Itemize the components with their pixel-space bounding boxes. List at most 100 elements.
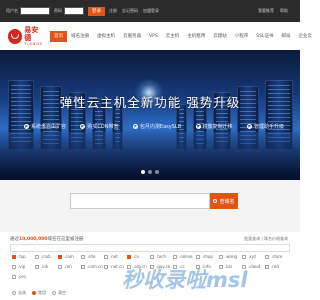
suffix-checkbox[interactable]: .shop	[196, 254, 219, 259]
nav-item[interactable]: 邮局	[277, 31, 294, 42]
top-right-link[interactable]: 我要推荐	[258, 8, 274, 14]
hero-banner[interactable]: 弹性云主机全新功能 强势升级 系统盘自由扩容 购买CDN带宽 包月内测EasySLB…	[0, 50, 300, 180]
banner-feature: 管理助手升级	[246, 123, 284, 130]
carousel-dot[interactable]	[155, 170, 159, 174]
nav-item[interactable]: 域名注册	[67, 31, 93, 42]
checkbox-icon[interactable]	[265, 254, 269, 259]
nav-item[interactable]: 代理商	[316, 31, 320, 42]
banner-feature-label: 系统盘自由扩容	[31, 124, 67, 130]
suffix-checkbox[interactable]: .club	[35, 254, 58, 259]
logo-icon	[8, 28, 23, 44]
batch-query-link[interactable]: 批量查询 | 域名价格查询	[244, 236, 288, 242]
suffix-checkbox[interactable]: .red	[265, 264, 288, 269]
banner-features: 系统盘自由扩容 购买CDN带宽 包月内测EasySLB 镜像复制迁移 管理助手升级	[24, 123, 284, 130]
nav-item[interactable]: 小程序	[231, 31, 253, 42]
checkbox-icon[interactable]	[12, 254, 16, 259]
checkbox-icon[interactable]	[104, 254, 108, 259]
nav-item[interactable]: VPS	[145, 31, 162, 42]
radio-icon[interactable]	[52, 291, 56, 295]
banner-title: 弹性云主机全新功能 强势升级	[59, 95, 241, 110]
nav-item[interactable]: 主机租用	[183, 31, 209, 42]
suffix-checkbox[interactable]: .vip	[12, 264, 35, 269]
domain-search-section: 查域名	[0, 180, 300, 232]
search-button[interactable]: 查域名	[210, 193, 238, 209]
suffix-checkbox[interactable]: .com.cn	[81, 264, 104, 269]
suffix-label: .online	[179, 254, 193, 259]
checkbox-icon[interactable]	[35, 254, 39, 259]
suffix-checkbox[interactable]: .net	[104, 254, 127, 259]
login-button[interactable]: 登录	[88, 6, 105, 16]
carousel-dot[interactable]	[148, 170, 152, 174]
top-right-link[interactable]: 帮助	[280, 8, 288, 14]
promo-text: 通过10,000,000域名在这里被注册	[10, 236, 83, 242]
suffix-checkbox[interactable]: .wang	[219, 254, 242, 259]
suffix-checkbox[interactable]: .ren	[58, 264, 81, 269]
nav-item[interactable]: 首页	[50, 30, 68, 42]
suffix-checkbox[interactable]: .store	[265, 254, 288, 259]
checkbox-icon[interactable]	[104, 264, 108, 269]
nav-item[interactable]: 云建站	[209, 31, 231, 42]
checkbox-icon[interactable]	[265, 264, 269, 269]
carousel-dot[interactable]	[141, 170, 145, 174]
suffix-label: .cloud	[248, 264, 261, 269]
select-option-label: 清空	[58, 290, 66, 295]
nav-item[interactable]: SSL证书	[252, 31, 277, 42]
nav-item[interactable]: 虚拟主机	[93, 31, 119, 42]
reseller-login-link[interactable]: 加盟登录	[143, 8, 159, 14]
nav-item[interactable]: 企业云	[294, 31, 316, 42]
watermark-text: 秒收录啦msl	[122, 268, 248, 292]
register-link[interactable]: 注册	[109, 8, 117, 14]
select-option[interactable]: 全选	[12, 290, 26, 296]
checkbox-icon[interactable]	[127, 254, 131, 259]
check-circle-icon	[132, 124, 138, 129]
suffix-label: .tech	[156, 254, 167, 259]
banner-feature: 包月内测EasySLB	[132, 123, 182, 130]
suffix-checkbox[interactable]: .cn	[127, 254, 150, 259]
suffix-label: .vip	[18, 264, 26, 269]
password-field[interactable]	[64, 7, 84, 15]
banner-feature-label: 包月内测EasySLB	[139, 124, 182, 130]
suffix-checkbox[interactable]: .xyz	[242, 254, 265, 259]
suffix-checkbox[interactable]: .top	[12, 254, 35, 259]
suffix-label: .net	[110, 254, 118, 259]
checkbox-icon[interactable]	[81, 254, 85, 259]
banner-feature-label: 镜像复制迁移	[202, 124, 233, 130]
site-header: 易安德 YIANDE 首页 域名注册 虚拟主机 云服务器 VPS 云主机 主机租用 云建站 小程…	[0, 22, 320, 50]
domain-search-input[interactable]	[70, 193, 210, 209]
check-circle-icon	[195, 124, 201, 129]
banner-feature-label: 购买CDN带宽	[87, 124, 119, 130]
check-circle-icon	[24, 124, 29, 129]
select-options: 全选 常用 清空	[12, 290, 72, 296]
main-nav: 首页 域名注册 虚拟主机 云服务器 VPS 云主机 主机租用 云建站 小程序 SSL证书 邮局 企业云…	[50, 30, 320, 42]
suffix-checkbox[interactable]: .tech	[150, 254, 173, 259]
checkbox-icon[interactable]	[196, 254, 200, 259]
checkbox-icon[interactable]	[150, 254, 154, 259]
username-field[interactable]	[20, 7, 50, 15]
checkbox-icon[interactable]	[58, 254, 62, 259]
domain-textarea[interactable]	[10, 244, 290, 252]
checkbox-icon[interactable]	[81, 264, 85, 269]
checkbox-icon[interactable]	[35, 264, 39, 269]
checkbox-icon[interactable]	[219, 254, 223, 259]
site-logo[interactable]: 易安德 YIANDE	[8, 26, 44, 46]
suffix-checkbox[interactable]: .ink	[35, 264, 58, 269]
checkbox-icon[interactable]	[173, 254, 177, 259]
checkbox-icon[interactable]	[12, 264, 16, 269]
radio-icon[interactable]	[32, 291, 36, 295]
checkbox-icon[interactable]	[12, 274, 16, 279]
top-login-bar: 用户名 密码 登录 注册 忘记密码 加盟登录 我要推荐 帮助	[0, 0, 300, 22]
suffix-checkbox[interactable]: .online	[173, 254, 196, 259]
select-option[interactable]: 清空	[52, 290, 66, 296]
suffix-checkbox[interactable]: .pro	[12, 274, 35, 279]
suffix-checkbox[interactable]: .site	[81, 254, 104, 259]
checkbox-icon[interactable]	[242, 254, 246, 259]
select-option-label: 常用	[38, 290, 46, 295]
suffix-checkbox[interactable]: .com	[58, 254, 81, 259]
suffix-label: .top	[18, 254, 26, 259]
radio-icon[interactable]	[12, 291, 16, 295]
forgot-password-link[interactable]: 忘记密码	[122, 8, 138, 14]
nav-item[interactable]: 云主机	[162, 31, 184, 42]
select-option[interactable]: 常用	[32, 290, 46, 296]
checkbox-icon[interactable]	[58, 264, 62, 269]
nav-item[interactable]: 云服务器	[119, 31, 145, 42]
